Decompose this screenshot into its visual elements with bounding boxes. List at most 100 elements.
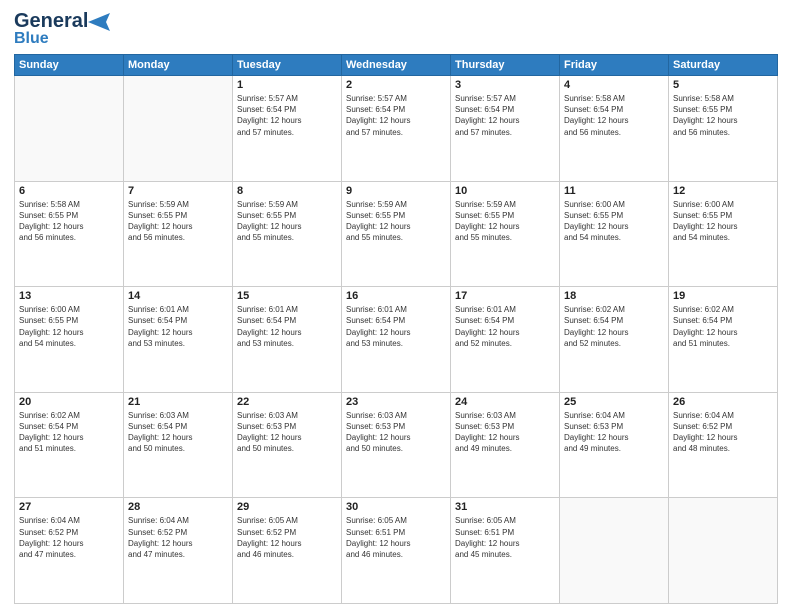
day-number: 16 [346,290,446,302]
day-cell: 16Sunrise: 6:01 AM Sunset: 6:54 PM Dayli… [342,287,451,393]
week-row-1: 1 Sunrise: 5:57 AM Sunset: 6:54 PM Daylig… [15,76,778,182]
day-number: 27 [19,501,119,513]
day-info: Sunrise: 6:05 AM Sunset: 6:51 PM Dayligh… [455,515,555,560]
day-info: Sunrise: 6:01 AM Sunset: 6:54 PM Dayligh… [237,304,337,349]
day-number: 15 [237,290,337,302]
day-number: 24 [455,396,555,408]
day-cell [124,76,233,182]
day-number: 13 [19,290,119,302]
day-number: 5 [673,79,773,91]
day-cell: 11 Sunrise: 6:00 AM Sunset: 6:55 PM Dayli… [560,181,669,287]
day-info: Sunrise: 6:00 AM Sunset: 6:55 PM Dayligh… [19,304,119,349]
day-cell: 29 Sunrise: 6:05 AM Sunset: 6:52 PM Dayli… [233,498,342,604]
day-number: 1 [237,79,337,91]
day-number: 17 [455,290,555,302]
day-number: 14 [128,290,228,302]
day-cell: 26 Sunrise: 6:04 AM Sunset: 6:52 PM Dayli… [669,392,778,498]
day-info: Sunrise: 6:03 AM Sunset: 6:53 PM Dayligh… [346,410,446,455]
day-cell: 14 Sunrise: 6:01 AM Sunset: 6:54 PM Dayli… [124,287,233,393]
day-cell: 25 Sunrise: 6:04 AM Sunset: 6:53 PM Dayli… [560,392,669,498]
day-info: Sunrise: 6:03 AM Sunset: 6:53 PM Dayligh… [455,410,555,455]
day-number: 31 [455,501,555,513]
day-cell: 5 Sunrise: 5:58 AM Sunset: 6:55 PM Daylig… [669,76,778,182]
day-cell: 21 Sunrise: 6:03 AM Sunset: 6:54 PM Dayli… [124,392,233,498]
day-cell: 22 Sunrise: 6:03 AM Sunset: 6:53 PM Dayli… [233,392,342,498]
day-info: Sunrise: 5:58 AM Sunset: 6:55 PM Dayligh… [19,199,119,244]
day-number: 9 [346,185,446,197]
day-number: 19 [673,290,773,302]
day-cell: 8 Sunrise: 5:59 AM Sunset: 6:55 PM Daylig… [233,181,342,287]
day-cell: 27 Sunrise: 6:04 AM Sunset: 6:52 PM Dayli… [15,498,124,604]
calendar-header-row: SundayMondayTuesdayWednesdayThursdayFrid… [15,55,778,76]
day-number: 23 [346,396,446,408]
day-info: Sunrise: 6:02 AM Sunset: 6:54 PM Dayligh… [19,410,119,455]
day-info: Sunrise: 5:59 AM Sunset: 6:55 PM Dayligh… [128,199,228,244]
header: General Blue [14,10,778,48]
day-info: Sunrise: 6:04 AM Sunset: 6:52 PM Dayligh… [19,515,119,560]
day-info: Sunrise: 5:59 AM Sunset: 6:55 PM Dayligh… [346,199,446,244]
day-cell: 4Sunrise: 5:58 AM Sunset: 6:54 PM Daylig… [560,76,669,182]
day-info: Sunrise: 6:03 AM Sunset: 6:53 PM Dayligh… [237,410,337,455]
day-number: 3 [455,79,555,91]
logo: General Blue [14,10,110,48]
day-cell: 20 Sunrise: 6:02 AM Sunset: 6:54 PM Dayli… [15,392,124,498]
day-cell: 13 Sunrise: 6:00 AM Sunset: 6:55 PM Dayli… [15,287,124,393]
day-cell [669,498,778,604]
day-info: Sunrise: 6:01 AM Sunset: 6:54 PM Dayligh… [128,304,228,349]
weekday-friday: Friday [560,55,669,76]
day-info: Sunrise: 6:04 AM Sunset: 6:53 PM Dayligh… [564,410,664,455]
day-number: 28 [128,501,228,513]
day-cell: 6 Sunrise: 5:58 AM Sunset: 6:55 PM Daylig… [15,181,124,287]
day-cell: 30Sunrise: 6:05 AM Sunset: 6:51 PM Dayli… [342,498,451,604]
weekday-thursday: Thursday [451,55,560,76]
day-number: 21 [128,396,228,408]
day-info: Sunrise: 6:04 AM Sunset: 6:52 PM Dayligh… [673,410,773,455]
day-cell: 12 Sunrise: 6:00 AM Sunset: 6:55 PM Dayli… [669,181,778,287]
logo-wing-icon [88,13,110,31]
day-info: Sunrise: 6:05 AM Sunset: 6:52 PM Dayligh… [237,515,337,560]
day-number: 11 [564,185,664,197]
day-info: Sunrise: 6:03 AM Sunset: 6:54 PM Dayligh… [128,410,228,455]
week-row-3: 13 Sunrise: 6:00 AM Sunset: 6:55 PM Dayli… [15,287,778,393]
week-row-4: 20 Sunrise: 6:02 AM Sunset: 6:54 PM Dayli… [15,392,778,498]
day-number: 18 [564,290,664,302]
day-number: 25 [564,396,664,408]
day-info: Sunrise: 6:00 AM Sunset: 6:55 PM Dayligh… [564,199,664,244]
day-cell: 23 Sunrise: 6:03 AM Sunset: 6:53 PM Dayli… [342,392,451,498]
day-info: Sunrise: 5:58 AM Sunset: 6:55 PM Dayligh… [673,93,773,138]
day-cell: 24 Sunrise: 6:03 AM Sunset: 6:53 PM Dayli… [451,392,560,498]
day-info: Sunrise: 6:02 AM Sunset: 6:54 PM Dayligh… [673,304,773,349]
day-number: 26 [673,396,773,408]
day-info: Sunrise: 5:57 AM Sunset: 6:54 PM Dayligh… [346,93,446,138]
day-cell: 17Sunrise: 6:01 AM Sunset: 6:54 PM Dayli… [451,287,560,393]
day-number: 8 [237,185,337,197]
day-info: Sunrise: 5:57 AM Sunset: 6:54 PM Dayligh… [455,93,555,138]
day-number: 7 [128,185,228,197]
day-info: Sunrise: 5:59 AM Sunset: 6:55 PM Dayligh… [237,199,337,244]
week-row-5: 27 Sunrise: 6:04 AM Sunset: 6:52 PM Dayli… [15,498,778,604]
day-info: Sunrise: 5:58 AM Sunset: 6:54 PM Dayligh… [564,93,664,138]
day-cell: 19 Sunrise: 6:02 AM Sunset: 6:54 PM Dayli… [669,287,778,393]
day-cell [15,76,124,182]
day-cell: 2Sunrise: 5:57 AM Sunset: 6:54 PM Daylig… [342,76,451,182]
day-cell: 28Sunrise: 6:04 AM Sunset: 6:52 PM Dayli… [124,498,233,604]
day-cell [560,498,669,604]
day-number: 6 [19,185,119,197]
day-number: 10 [455,185,555,197]
day-number: 12 [673,185,773,197]
day-number: 20 [19,396,119,408]
day-number: 22 [237,396,337,408]
weekday-sunday: Sunday [15,55,124,76]
weekday-tuesday: Tuesday [233,55,342,76]
weekday-monday: Monday [124,55,233,76]
weekday-wednesday: Wednesday [342,55,451,76]
day-info: Sunrise: 5:57 AM Sunset: 6:54 PM Dayligh… [237,93,337,138]
day-number: 30 [346,501,446,513]
day-cell: 31 Sunrise: 6:05 AM Sunset: 6:51 PM Dayli… [451,498,560,604]
day-number: 29 [237,501,337,513]
day-cell: 15 Sunrise: 6:01 AM Sunset: 6:54 PM Dayli… [233,287,342,393]
day-cell: 1 Sunrise: 5:57 AM Sunset: 6:54 PM Daylig… [233,76,342,182]
day-info: Sunrise: 6:02 AM Sunset: 6:54 PM Dayligh… [564,304,664,349]
weekday-saturday: Saturday [669,55,778,76]
day-info: Sunrise: 6:00 AM Sunset: 6:55 PM Dayligh… [673,199,773,244]
